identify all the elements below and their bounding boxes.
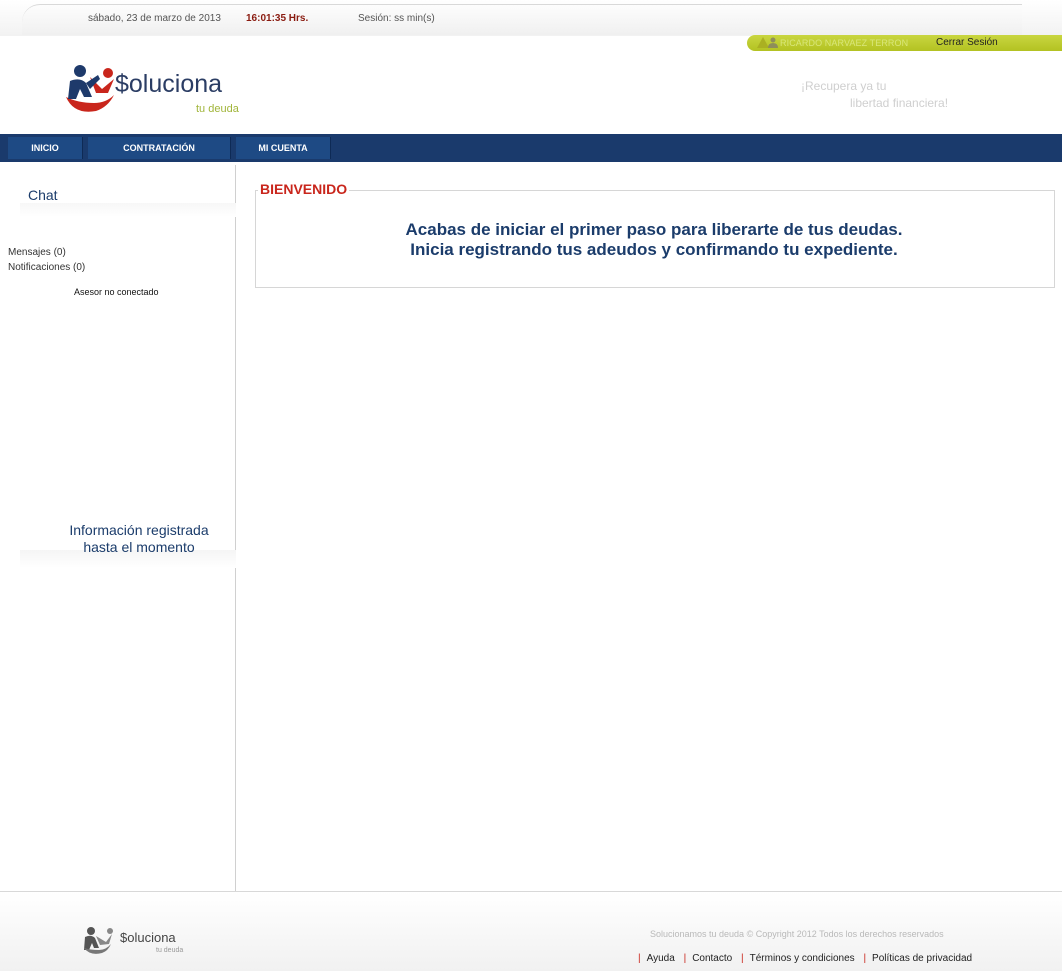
footer-logo-subtitle: tu deuda xyxy=(156,947,184,954)
welcome-line-1: Acabas de iniciar el primer paso para li… xyxy=(405,220,903,239)
footer-separator: | xyxy=(638,953,641,964)
session-time: Sesión: ss min(s) xyxy=(358,13,435,24)
footer-separator: | xyxy=(863,953,867,964)
chat-title: Chat xyxy=(28,187,58,203)
footer-separator: | xyxy=(683,953,687,964)
welcome-legend: BIENVENIDO xyxy=(258,181,350,197)
footer-separator: | xyxy=(741,953,744,964)
footer-logo-text: $oluciona xyxy=(120,930,176,945)
slogan-line-1: ¡Recupera ya tu xyxy=(801,79,887,93)
footer-link-contacto[interactable]: Contacto xyxy=(692,953,732,964)
user-icon xyxy=(768,37,778,48)
registered-info-title: Información registrada hasta el momento xyxy=(44,522,234,556)
current-date: sábado, 23 de marzo de 2013 xyxy=(88,13,221,24)
welcome-line-2: Inicia registrando tus adeudos y confirm… xyxy=(410,240,898,259)
nav-mi-cuenta[interactable]: MI CUENTA xyxy=(236,137,331,159)
sidebar-divider xyxy=(235,165,236,891)
user-bar: RICARDO NARVAEZ TERRON Cerrar Sesión xyxy=(747,35,1062,51)
registered-info-line-2: hasta el momento xyxy=(83,539,195,555)
nav-inicio[interactable]: INICIO xyxy=(8,137,83,159)
slogan-line-2: libertad financiera! xyxy=(850,96,949,110)
messages-link[interactable]: Mensajes (0) xyxy=(8,247,66,258)
nav-contratacion[interactable]: CONTRATACIÓN xyxy=(88,137,231,159)
registered-info-line-1: Información registrada xyxy=(69,522,209,538)
logo-text: $oluciona xyxy=(115,70,223,98)
main-nav: INICIO CONTRATACIÓN MI CUENTA xyxy=(0,134,1062,162)
logo-subtitle: tu deuda xyxy=(196,103,239,115)
footer-link-privacidad[interactable]: Políticas de privacidad xyxy=(872,953,972,964)
footer-links: | Ayuda | Contacto | Términos y condiciones… xyxy=(632,953,972,964)
welcome-message: Acabas de iniciar el primer paso para li… xyxy=(256,220,1052,260)
advisor-status: Asesor no conectado xyxy=(74,287,159,297)
chat-header-shade xyxy=(20,203,236,217)
current-time: 16:01:35 Hrs. xyxy=(246,13,309,24)
footer-copyright: Solucionamos tu deuda © Copyright 2012 T… xyxy=(650,929,944,939)
footer-logo-icon xyxy=(84,927,113,954)
user-name: RICARDO NARVAEZ TERRON xyxy=(780,38,909,48)
logout-link[interactable]: Cerrar Sesión xyxy=(936,37,998,48)
footer-logo: $oluciona tu deuda xyxy=(82,926,212,962)
footer-link-terminos[interactable]: Términos y condiciones xyxy=(750,953,855,964)
notifications-link[interactable]: Notificaciones (0) xyxy=(8,262,85,273)
footer-link-ayuda[interactable]: Ayuda xyxy=(647,953,675,964)
